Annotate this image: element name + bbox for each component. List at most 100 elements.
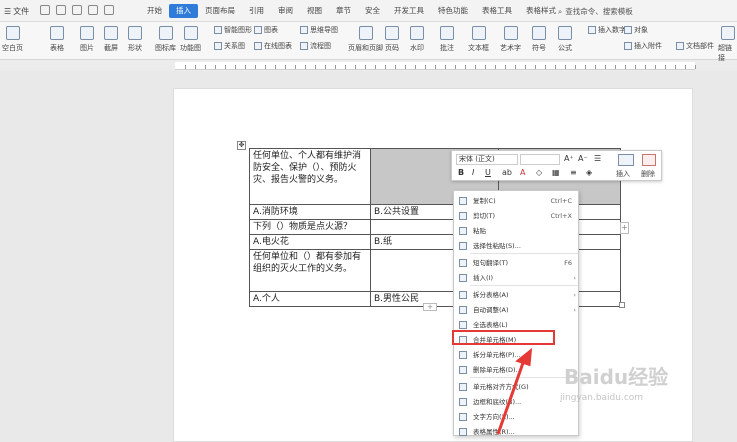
ribbon-item-24[interactable]: 文档部件 (676, 41, 714, 51)
tab-9[interactable]: 特色功能 (431, 4, 475, 18)
table-cell[interactable]: 下列（）物质是点火源？ (249, 219, 371, 235)
baidu-watermark-url: jingyan.baidu.com (560, 393, 644, 403)
table-cell[interactable]: A.电火花 (249, 234, 371, 250)
table-resize-handle[interactable] (619, 302, 625, 308)
horizontal-ruler[interactable] (175, 62, 696, 70)
context-menu-item[interactable]: 剪切(T) Ctrl+X (454, 209, 580, 223)
ruler-tick (425, 65, 426, 69)
menu-item-shortcut: Ctrl+X (550, 212, 572, 220)
ribbon-item-6[interactable]: 功能图 (180, 26, 201, 53)
ribbon-item-23[interactable]: 插入附件 (624, 41, 662, 51)
table-move-handle[interactable]: ✥ (237, 141, 246, 150)
tab-10[interactable]: 表格工具 (475, 4, 519, 18)
context-menu-item[interactable]: 自动调整(A) › (454, 303, 580, 317)
delete-label[interactable]: 删除 (641, 169, 655, 179)
ribbon-item-12[interactable]: 流程图 (300, 41, 331, 51)
undo-icon[interactable] (88, 5, 98, 15)
ruler-tick (505, 65, 506, 69)
table-cell[interactable]: A.消防环境 (249, 204, 371, 220)
tab-4[interactable]: 审阅 (271, 4, 300, 18)
ribbon-item-18[interactable]: 艺术字 (500, 26, 521, 53)
grow-font-icon[interactable]: A⁺ (564, 154, 574, 163)
ribbon-item-7[interactable]: 智能图形 (214, 25, 252, 35)
ruler-tick (215, 65, 216, 69)
ribbon-item-16[interactable]: 批注 (440, 26, 454, 53)
context-menu-item[interactable]: 拆分表格(A) › (454, 288, 580, 302)
menu-item-label: 粘贴 (473, 227, 486, 235)
ribbon-item-4[interactable]: 形状 (128, 26, 142, 53)
table-cell[interactable]: 任何单位和（）都有参加有组织的灭火工作的义务。 (249, 249, 371, 292)
bold-icon[interactable]: B (458, 168, 464, 177)
context-menu-item[interactable]: 粘贴 (454, 224, 580, 238)
tab-8[interactable]: 开发工具 (387, 4, 431, 18)
ribbon-item-17[interactable]: 文本框 (468, 26, 489, 53)
tab-1[interactable]: 插入 (169, 4, 198, 18)
line-spacing-icon[interactable]: ☰ (594, 154, 601, 163)
delete-table-icon[interactable] (642, 154, 656, 166)
ribbon-item-8[interactable]: 关系图 (214, 41, 245, 51)
add-row-button[interactable]: + (423, 303, 437, 311)
shrink-font-icon[interactable]: A⁻ (578, 154, 588, 163)
insert-table-icon[interactable] (618, 154, 634, 166)
save-icon[interactable] (40, 5, 50, 15)
insert-label[interactable]: 插入 (616, 169, 630, 179)
redo-icon[interactable] (104, 5, 114, 15)
add-column-button[interactable]: + (620, 222, 629, 234)
ribbon-item-20[interactable]: 公式 (558, 26, 572, 53)
ribbon-item-label: 水印 (410, 44, 424, 52)
font-size-select[interactable] (520, 154, 560, 165)
font-color-icon[interactable]: A (520, 168, 525, 177)
ribbon-item-3[interactable]: 截屏 (104, 26, 118, 53)
ruler-tick (415, 65, 416, 69)
ribbon-item-19[interactable]: 符号 (532, 26, 546, 53)
ribbon-item-15[interactable]: 水印 (410, 26, 424, 53)
ribbon-item-1[interactable]: 表格 (50, 26, 64, 53)
ribbon-item-label: 在线图表 (264, 42, 292, 50)
ruler-tick (345, 65, 346, 69)
underline-icon[interactable]: U (485, 168, 491, 177)
table-cell[interactable]: A.个人 (249, 291, 371, 307)
context-menu-item[interactable]: 选择性粘贴(S)... (454, 239, 580, 253)
ribbon-item-0[interactable]: 空白页 (2, 26, 23, 53)
print-icon[interactable] (56, 5, 66, 15)
fill-icon[interactable]: ◈ (586, 168, 592, 177)
ribbon-item-25[interactable]: 超链接 (718, 26, 737, 63)
preview-icon[interactable] (72, 5, 82, 15)
ruler-tick (525, 65, 526, 69)
tab-5[interactable]: 视图 (300, 4, 329, 18)
highlight-color-icon[interactable]: ab (502, 168, 512, 177)
ribbon-item-11[interactable]: 思维导图 (300, 25, 338, 35)
tab-2[interactable]: 页面布局 (198, 4, 242, 18)
tab-6[interactable]: 章节 (329, 4, 358, 18)
italic-icon[interactable]: I (472, 168, 474, 177)
ribbon-item-5[interactable]: 图标库 (155, 26, 176, 53)
ribbon-item-14[interactable]: 页码 (385, 26, 399, 53)
align-icon[interactable]: ≡ (570, 168, 577, 177)
tab-11[interactable]: 表格样式 (519, 4, 563, 18)
ribbon-item-10[interactable]: 在线图表 (254, 41, 292, 51)
ruler-tick (445, 65, 446, 69)
tab-0[interactable]: 开始 (140, 4, 169, 18)
ribbon-item-22[interactable]: 对象 (624, 25, 648, 35)
tab-3[interactable]: 引用 (242, 4, 271, 18)
command-search[interactable]: ⌕ 查找命令、搜索模板 (558, 6, 633, 17)
ruler-tick (245, 65, 246, 69)
shading-icon[interactable]: ◇ (536, 168, 542, 177)
ribbon-item-9[interactable]: 图表 (254, 25, 278, 35)
ruler-tick (325, 65, 326, 69)
ribbon-item-icon (532, 26, 546, 40)
context-menu-item[interactable]: 插入(I) › (454, 271, 580, 285)
ruler-tick (535, 65, 536, 69)
menu-item-icon (459, 212, 467, 220)
ribbon-item-icon (254, 26, 262, 34)
table-cell[interactable]: 任何单位、个人都有维护消防安全、保护（）、预防火灾、报告火警的义务。 (249, 148, 371, 205)
context-menu-item[interactable]: 短句翻译(T) F6 (454, 256, 580, 270)
font-name-select[interactable]: 宋体 (正文) (456, 154, 518, 165)
border-icon[interactable]: ▦ (552, 168, 560, 177)
ribbon-item-2[interactable]: 图片 (80, 26, 94, 53)
ribbon-item-13[interactable]: 页眉和页脚 (348, 26, 383, 53)
ribbon-item-21[interactable]: 插入数字 (588, 25, 626, 35)
context-menu-item[interactable]: 复制(C) Ctrl+C (454, 194, 580, 208)
file-menu-button[interactable]: ☰ 文件 (4, 5, 29, 18)
tab-7[interactable]: 安全 (358, 4, 387, 18)
